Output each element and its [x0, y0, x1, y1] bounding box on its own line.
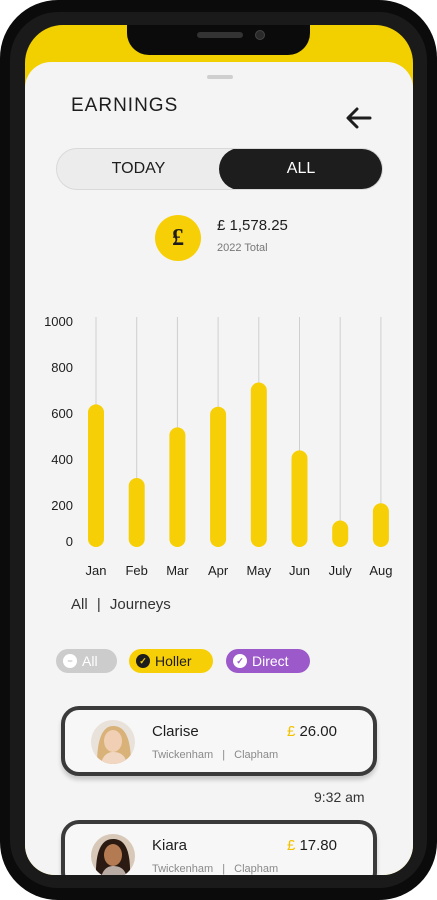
currency-symbol: £	[286, 723, 296, 740]
sheet-drag-handle[interactable]	[207, 75, 233, 79]
journey-route: Twickenham | Clapham	[152, 749, 278, 761]
journey-passenger-name: Kiara	[152, 837, 188, 854]
route-separator: |	[222, 863, 226, 875]
filter-separator: |	[96, 596, 101, 613]
journey-amount: £ 26.00	[287, 723, 337, 740]
chart-bar	[128, 478, 145, 547]
chart-bar	[88, 404, 104, 547]
period-toggle[interactable]: TODAY ALL	[56, 148, 383, 190]
currency-symbol: £	[286, 837, 296, 854]
journey-to: Clapham	[234, 863, 279, 875]
total-earnings-amount: £ 1,578.25	[217, 217, 288, 234]
filter-pill-label: Direct	[252, 653, 289, 669]
check-circle-icon: ✓	[136, 654, 150, 668]
device-notch	[127, 25, 310, 55]
x-tick-label: Jun	[289, 563, 310, 578]
avatar	[91, 834, 135, 875]
journey-to: Clapham	[234, 749, 279, 761]
minus-circle-icon: −	[63, 654, 77, 668]
journey-amount-value: 26.00	[299, 723, 337, 740]
y-tick-label: 1000	[44, 314, 73, 329]
journey-card[interactable]: Clarise Twickenham | Clapham £ 26.00	[61, 706, 377, 776]
filter-pill-holler[interactable]: ✓ Holler	[129, 649, 213, 673]
app-screen: EARNINGS TODAY ALL £ £ 1,578.25 2022 Tot…	[25, 25, 413, 875]
journey-filter-breadcrumb: All | Journeys	[71, 596, 171, 613]
chart-bar	[169, 427, 186, 547]
filter-pill-direct[interactable]: ✓ Direct	[226, 649, 310, 673]
check-circle-icon: ✓	[233, 654, 247, 668]
toggle-all-button[interactable]: ALL	[218, 149, 382, 189]
filter-pill-all[interactable]: − All	[56, 649, 117, 673]
chart-bar	[372, 503, 389, 547]
journey-amount: £ 17.80	[287, 837, 337, 854]
y-tick-label: 400	[51, 452, 73, 467]
x-tick-label: Mar	[166, 563, 189, 578]
journey-passenger-name: Clarise	[152, 723, 199, 740]
y-tick-label: 800	[51, 360, 73, 375]
avatar	[91, 720, 135, 764]
speaker-grille	[197, 32, 243, 38]
total-earnings-label: 2022 Total	[217, 242, 268, 254]
journey-route: Twickenham | Clapham	[152, 863, 278, 875]
y-tick-label: 0	[66, 534, 73, 549]
x-tick-label: Aug	[369, 563, 392, 578]
chart-bar	[210, 406, 227, 547]
y-tick-label: 600	[51, 406, 73, 421]
back-arrow-icon[interactable]	[344, 103, 374, 133]
journey-from: Twickenham	[152, 749, 214, 761]
journey-from: Twickenham	[152, 863, 214, 875]
journey-timestamp: 9:32 am	[314, 789, 365, 805]
filter-all-label[interactable]: All	[71, 596, 88, 613]
chart-bar	[250, 382, 267, 547]
page-title: EARNINGS	[71, 95, 179, 116]
route-separator: |	[222, 749, 226, 761]
filter-journeys-label[interactable]: Journeys	[110, 596, 171, 613]
x-tick-label: Feb	[125, 563, 147, 578]
x-tick-label: Jan	[86, 563, 107, 578]
chart-bar	[291, 450, 308, 547]
journey-amount-value: 17.80	[299, 837, 337, 854]
x-tick-label: July	[329, 563, 353, 578]
y-tick-label: 200	[51, 498, 73, 513]
filter-pill-label: All	[82, 653, 98, 669]
earnings-bar-chart: 1000 800 600 400 200 0 Jan Feb Mar Apr May Jun July A…	[44, 314, 392, 578]
toggle-today-button[interactable]: TODAY	[57, 149, 220, 189]
x-tick-label: May	[247, 563, 272, 578]
chart-bar	[332, 520, 349, 547]
filter-pill-label: Holler	[155, 653, 192, 669]
front-camera	[255, 30, 265, 40]
x-tick-label: Apr	[208, 563, 229, 578]
pound-coin-icon: £	[155, 215, 201, 261]
journey-card[interactable]: Kiara Twickenham | Clapham £ 17.80	[61, 820, 377, 875]
